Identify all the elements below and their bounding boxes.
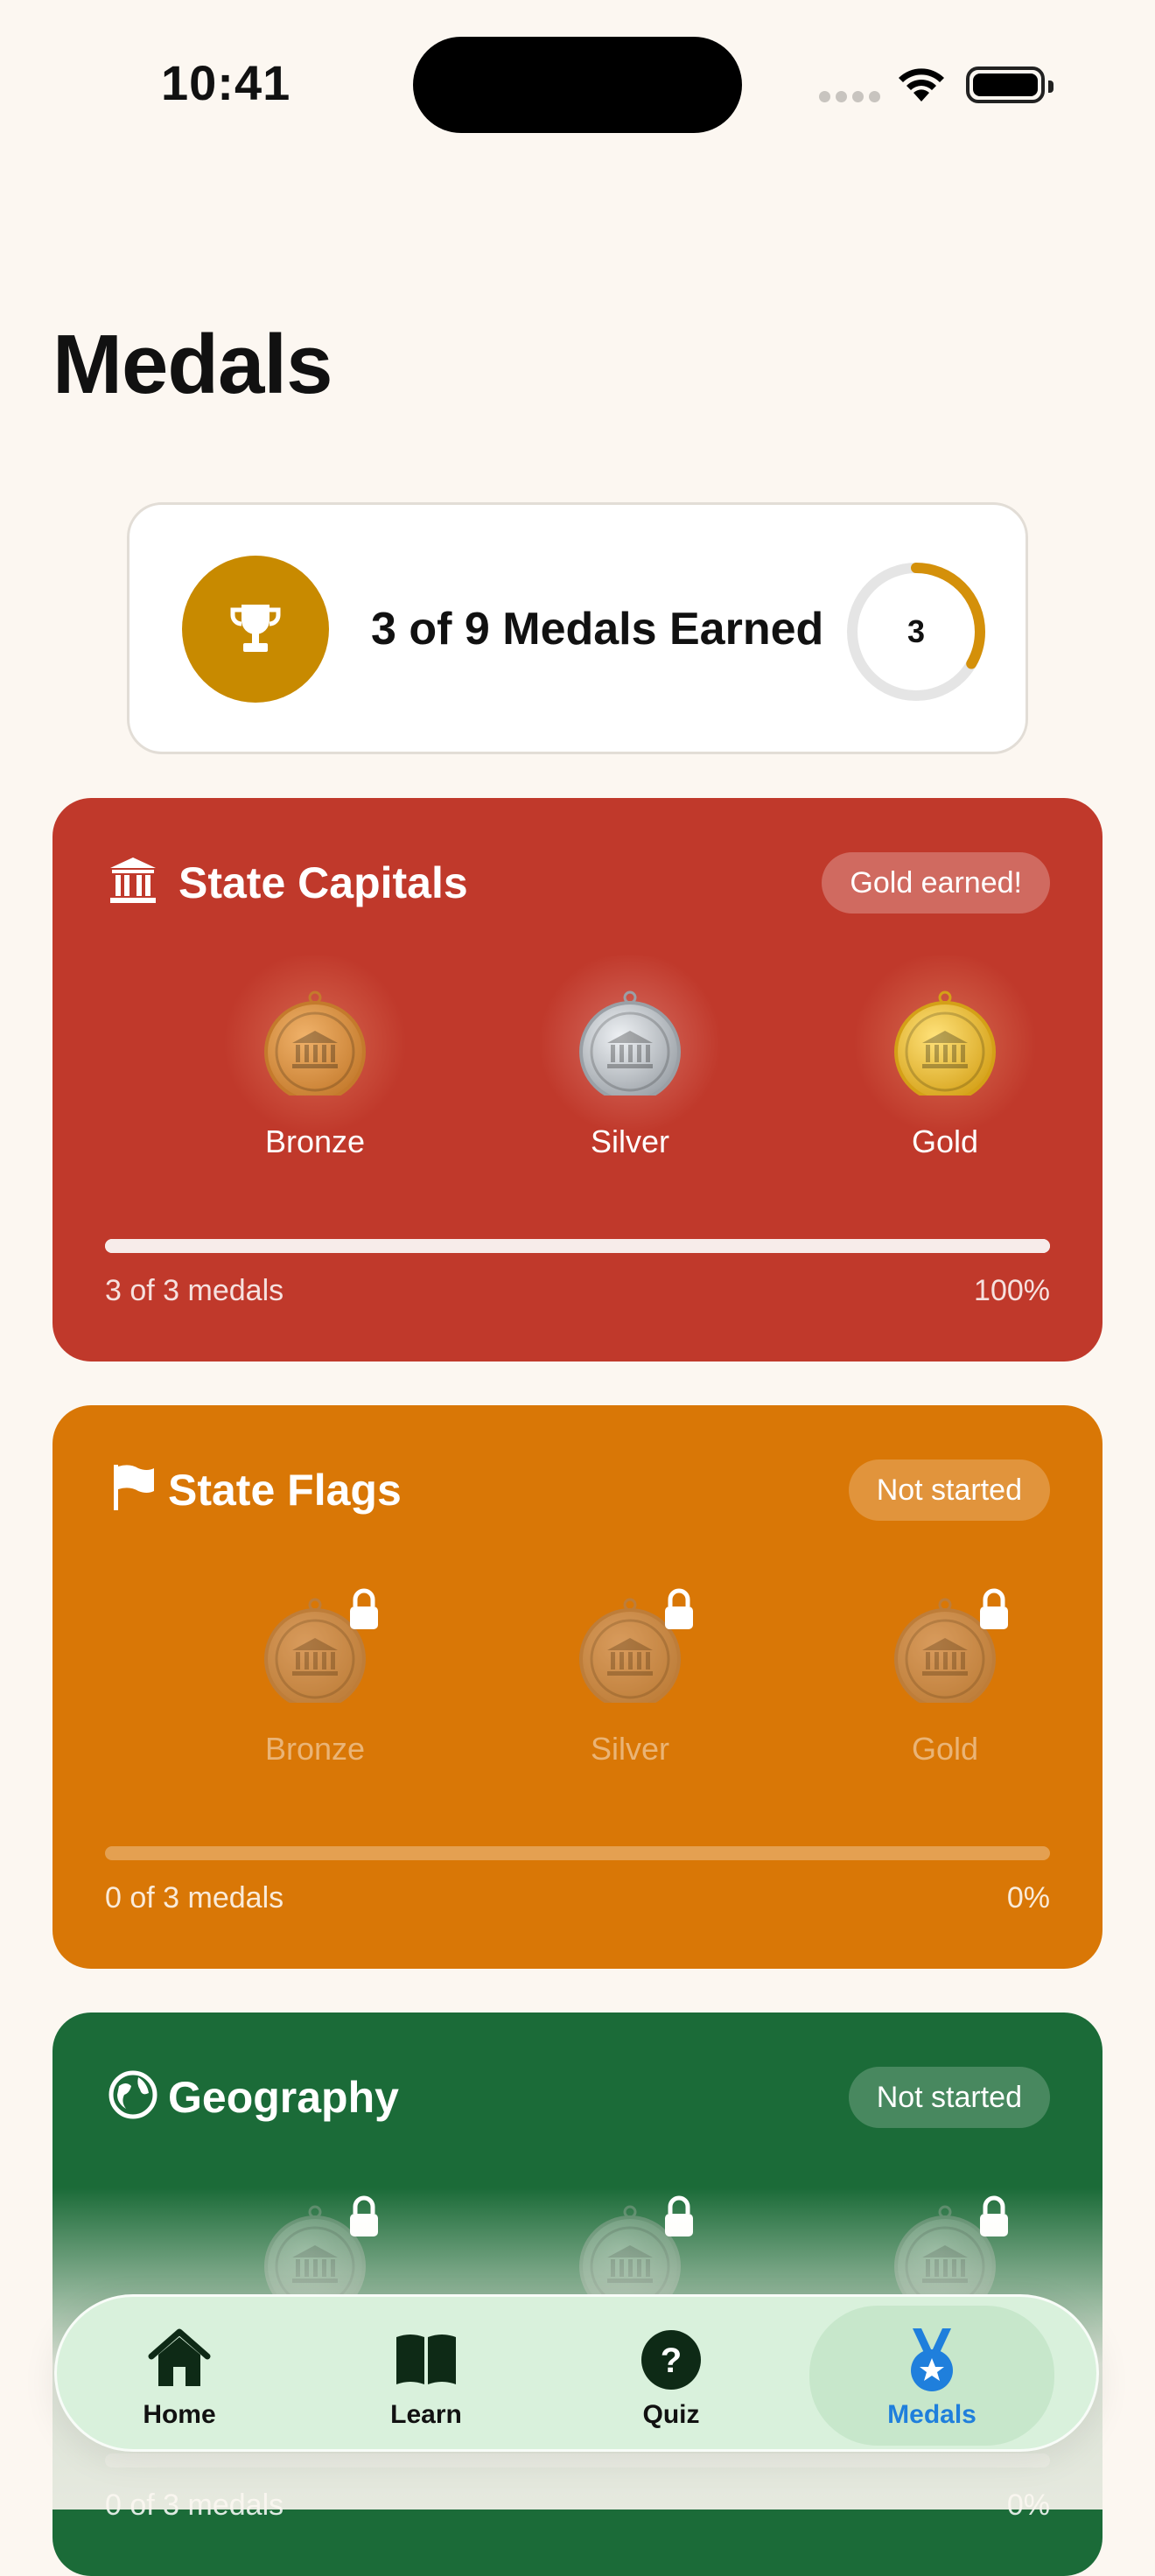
tab-learn[interactable]: Learn (304, 2297, 549, 2454)
flag-icon (107, 1461, 159, 1514)
lock-icon (350, 1588, 378, 1629)
category-progress-bar (105, 1846, 1050, 1860)
tab-quiz-label: Quiz (642, 2400, 700, 2429)
cellular-signal-icon (819, 91, 886, 107)
trophy-icon (230, 605, 281, 652)
category-progress-text: 3 of 3 medals (105, 1274, 284, 1307)
question-icon: ? (641, 2330, 701, 2390)
category-percent-text: 100% (974, 1274, 1050, 1307)
category-progress-text: 0 of 3 medals (105, 1881, 284, 1914)
medal-coin-icon (894, 990, 996, 1096)
medal-bronze[interactable]: Bronze (192, 956, 438, 1200)
svg-text:?: ? (661, 2342, 682, 2380)
medal-label: Bronze (264, 1731, 366, 1767)
capitol-building-icon (107, 854, 159, 906)
medal-label: Gold (911, 1731, 979, 1767)
medal-coin-icon (264, 990, 366, 1096)
medal-bronze[interactable]: Bronze (192, 1580, 438, 1808)
medal-label: Bronze (264, 1124, 366, 1159)
medal-label: Gold (911, 1124, 979, 1159)
medal-silver[interactable]: Silver (508, 956, 752, 1200)
progress-ring: 3 (842, 557, 990, 706)
tab-quiz[interactable]: ? Quiz (549, 2297, 794, 2454)
medal-label: Silver (590, 1124, 670, 1159)
category-status-badge: Not started (848, 1460, 1050, 1521)
category-progress-bar (105, 1239, 1050, 1253)
category-status-badge: Gold earned! (822, 852, 1050, 914)
tab-bar: Home Learn ? Quiz Medals (54, 2294, 1099, 2452)
tab-home-label: Home (143, 2400, 216, 2429)
wifi-icon (899, 68, 944, 102)
medal-summary-card: 3 of 9 Medals Earned 3 (127, 502, 1028, 754)
category-card-state-capitals[interactable]: State Capitals Gold earned! Bronze Silver Go… (52, 798, 1102, 1362)
tab-medals[interactable]: Medals (809, 2306, 1054, 2446)
lock-icon (980, 1588, 1008, 1629)
medal-silver[interactable]: Silver (508, 1580, 752, 1808)
category-title: Geography (168, 2073, 399, 2122)
trophy-badge (182, 556, 329, 703)
battery-icon (966, 66, 1054, 103)
page-title: Medals (52, 318, 332, 411)
tab-learn-label: Learn (390, 2400, 462, 2429)
medal-icon (911, 2328, 953, 2391)
tab-home[interactable]: Home (57, 2297, 302, 2454)
medal-gold[interactable]: Gold (822, 1580, 1068, 1808)
category-title: State Flags (168, 1466, 402, 1515)
dynamic-island (413, 37, 742, 133)
summary-text: 3 of 9 Medals Earned (371, 604, 824, 654)
progress-ring-count: 3 (906, 613, 926, 649)
globe-icon (107, 2068, 159, 2121)
medal-coin-icon (579, 990, 681, 1096)
category-title: State Capitals (178, 858, 468, 907)
medal-label: Silver (590, 1731, 670, 1767)
status-time: 10:41 (161, 55, 291, 110)
tab-medals-label: Medals (887, 2400, 976, 2429)
category-card-state-flags[interactable]: State Flags Not started Bronze Silver Gold 0 … (52, 1405, 1102, 1969)
book-icon (396, 2334, 456, 2384)
medal-gold[interactable]: Gold (822, 956, 1068, 1200)
category-percent-text: 0% (1006, 1881, 1050, 1914)
status-bar: 10:41 (0, 0, 1155, 175)
category-status-badge: Not started (848, 2067, 1050, 2128)
lock-icon (665, 1588, 693, 1629)
home-icon (148, 2328, 211, 2386)
